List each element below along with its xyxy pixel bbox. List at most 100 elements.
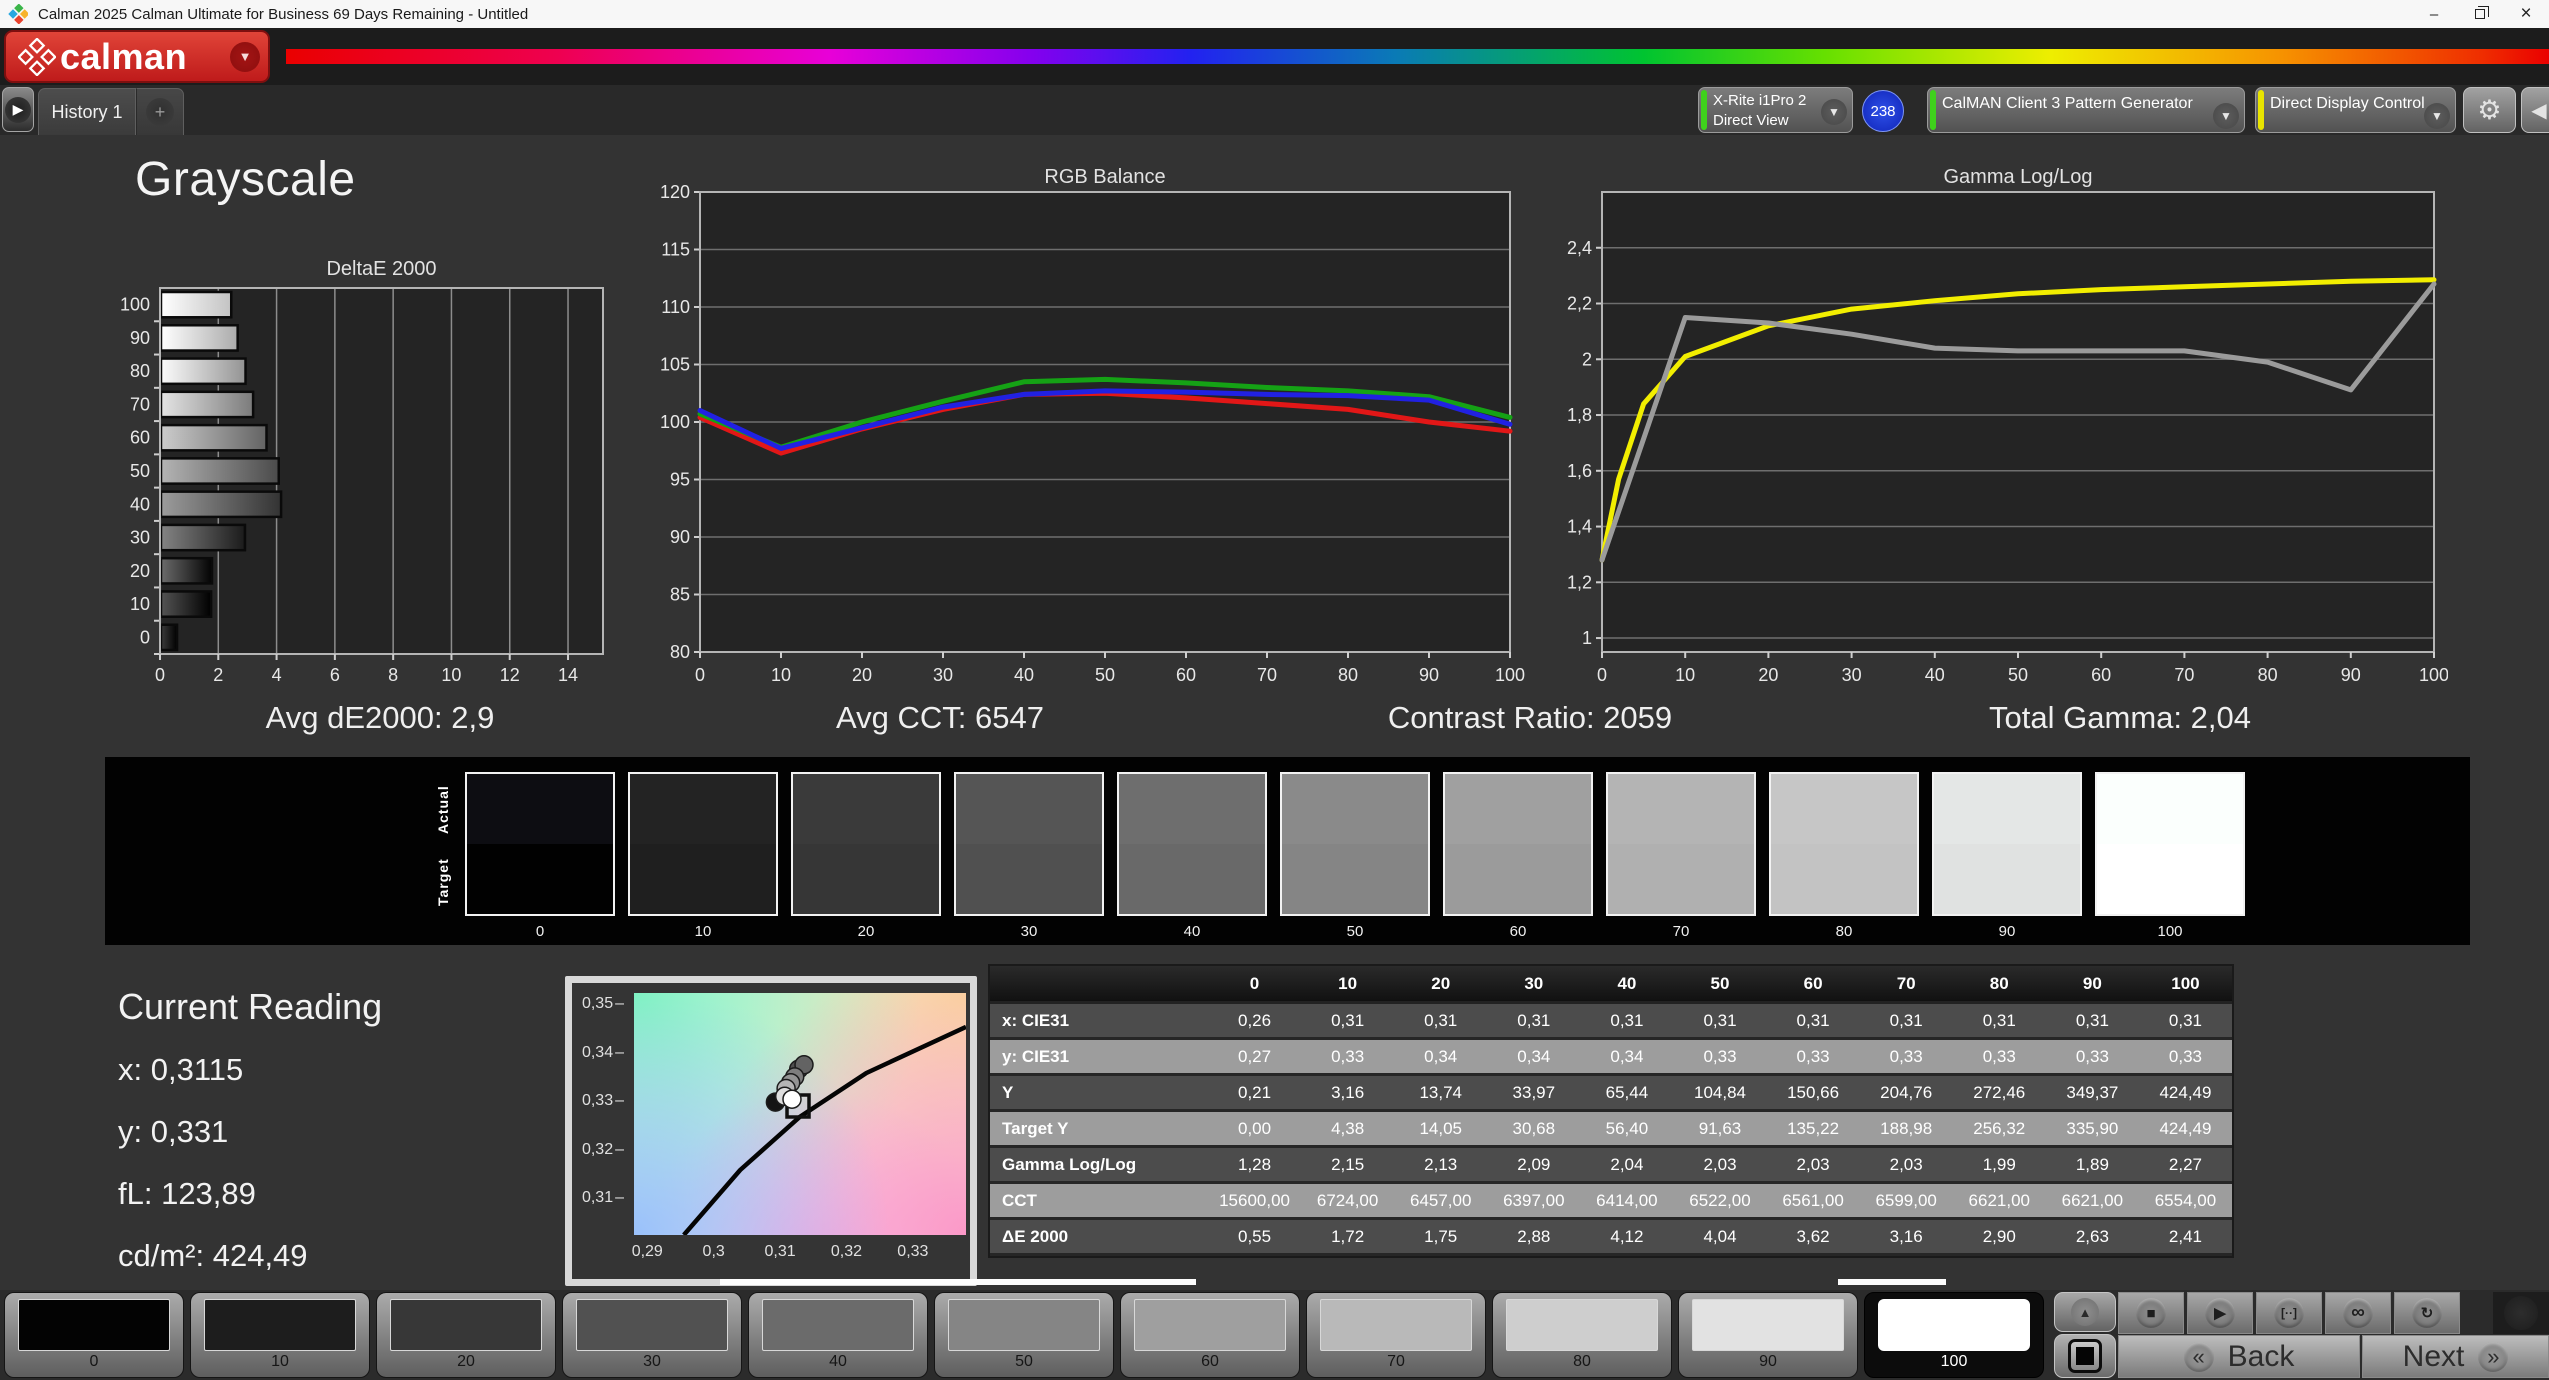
table-cell: 30,68 [1512,1118,1556,1138]
svg-text:10: 10 [1675,665,1695,685]
close-button[interactable]: × [2503,0,2549,28]
meter-dropdown[interactable]: X-Rite i1Pro 2 Direct View ▼ [1698,87,1853,133]
brand-row: calman ▼ [0,28,2549,85]
svg-text:90: 90 [2341,665,2361,685]
pattern-patch [1692,1299,1844,1351]
collapse-panel-button[interactable]: ◀ [2521,87,2549,133]
grayscale-swatch-40 [1117,772,1267,916]
svg-text:90: 90 [130,328,150,348]
meter-count-badge[interactable]: 238 [1862,90,1904,132]
actual-patch [956,774,1102,844]
table-cell: 2,63 [2075,1226,2109,1246]
pattern-up-button[interactable]: ▲ [2054,1292,2116,1332]
restore-button[interactable] [2457,0,2503,28]
pattern-level-button-60[interactable]: 60 [1120,1292,1300,1378]
svg-text:1,4: 1,4 [1567,517,1592,537]
loop-button[interactable]: ∞ [2325,1292,2391,1334]
actual-patch [1282,774,1428,844]
pattern-patch [948,1299,1100,1351]
target-patch [793,844,939,914]
svg-text:0: 0 [155,665,165,684]
pattern-level-button-10[interactable]: 10 [190,1292,370,1378]
target-patch [1119,844,1265,914]
pattern-level-label: 0 [89,1353,99,1370]
tab-history-1[interactable]: History 1 [38,88,136,135]
calman-menu-button[interactable]: calman ▼ [4,30,270,83]
table-cell: 0,31 [1424,1010,1458,1030]
table-cell: 0,31 [1889,1010,1923,1030]
svg-text:12: 12 [500,665,520,684]
chevron-down-icon: ▼ [2213,103,2239,129]
table-cell: 0,31 [1517,1010,1551,1030]
grayscale-swatch-70 [1606,772,1756,916]
pattern-level-button-90[interactable]: 90 [1678,1292,1858,1378]
meter-line1: X-Rite i1Pro 2 [1713,92,1807,109]
table-cell: 2,03 [1889,1154,1923,1174]
pattern-patch [762,1299,914,1351]
pattern-source-dropdown[interactable]: CalMAN Client 3 Pattern Generator ▼ [1927,87,2245,133]
svg-text:30: 30 [130,528,150,548]
stat-contrast-ratio: Contrast Ratio: 2059 [1387,700,1673,735]
svg-text:0: 0 [1597,665,1607,685]
table-cell: 2,41 [2168,1226,2202,1246]
range-button[interactable]: [··] [2256,1292,2322,1334]
pattern-level-button-50[interactable]: 50 [934,1292,1114,1378]
table-cell: 3,62 [1796,1226,1830,1246]
svg-text:2: 2 [1582,349,1592,369]
table-cell: 0,31 [1703,1010,1737,1030]
table-cell: 65,44 [1605,1082,1649,1102]
chevron-down-icon: ▼ [1821,99,1847,125]
pattern-level-button-30[interactable]: 30 [562,1292,742,1378]
grayscale-swatch-90 [1932,772,2082,916]
display-status-stripe [2258,90,2264,130]
table-cell: 4,12 [1610,1226,1644,1246]
pattern-level-button-20[interactable]: 20 [376,1292,556,1378]
target-patch [1608,844,1754,914]
svg-text:60: 60 [1176,665,1196,685]
back-button[interactable]: « Back [2118,1335,2360,1378]
calman-logo-text: calman [60,35,188,77]
svg-text:20: 20 [130,561,150,581]
stop-button[interactable]: ■ [2118,1292,2184,1334]
table-cell: 2,90 [1982,1226,2016,1246]
table-cell: 1,28 [1237,1154,1272,1174]
tab-scroll-button[interactable]: ▶ [2,87,34,132]
display-control-dropdown[interactable]: Direct Display Control ▼ [2255,87,2456,133]
cie-x-tick-label: 0,29 [631,1243,663,1260]
table-cell: 0,31 [1331,1010,1365,1030]
target-patch [1282,844,1428,914]
actual-patch [793,774,939,844]
pattern-level-button-70[interactable]: 70 [1306,1292,1486,1378]
settings-button[interactable]: ⚙ [2463,87,2516,133]
svg-text:10: 10 [130,594,150,614]
target-patch [630,844,776,914]
add-tab-button[interactable]: + [136,88,184,135]
svg-text:50: 50 [130,461,150,481]
pattern-level-button-80[interactable]: 80 [1492,1292,1672,1378]
table-cell: 2,03 [1703,1154,1737,1174]
svg-text:80: 80 [670,642,690,662]
grayscale-table-head: 0 10 20 30 40 50 60 70 80 90 100 [990,966,2232,1004]
table-cell: 15600,00 [1219,1190,1290,1210]
table-cell: 4,04 [1703,1226,1737,1246]
refresh-button[interactable]: ↻ [2394,1292,2460,1334]
cie-x-tick-label: 0,32 [830,1243,863,1260]
minimize-button[interactable]: – [2411,0,2457,28]
pattern-window-button[interactable] [2054,1334,2116,1378]
next-button[interactable]: Next » [2362,1335,2549,1378]
table-col-header: 50 [1710,973,1730,993]
svg-text:80: 80 [2258,665,2278,685]
table-cell: 2,13 [1424,1154,1458,1174]
play-button[interactable]: ▶ [2187,1292,2253,1334]
table-cell: 6561,00 [1782,1190,1844,1210]
table-row-label: Gamma Log/Log [1002,1154,1137,1174]
pattern-level-button-40[interactable]: 40 [748,1292,928,1378]
gear-icon: ⚙ [2477,94,2502,125]
table-cell: 1,99 [1982,1154,2016,1174]
swatch-level-label: 100 [2157,923,2183,940]
pattern-level-button-100[interactable]: 100 [1864,1292,2044,1378]
grayscale-swatch-30 [954,772,1104,916]
svg-text:85: 85 [670,585,690,605]
pattern-level-button-0[interactable]: 0 [4,1292,184,1378]
svg-text:120: 120 [660,184,690,202]
